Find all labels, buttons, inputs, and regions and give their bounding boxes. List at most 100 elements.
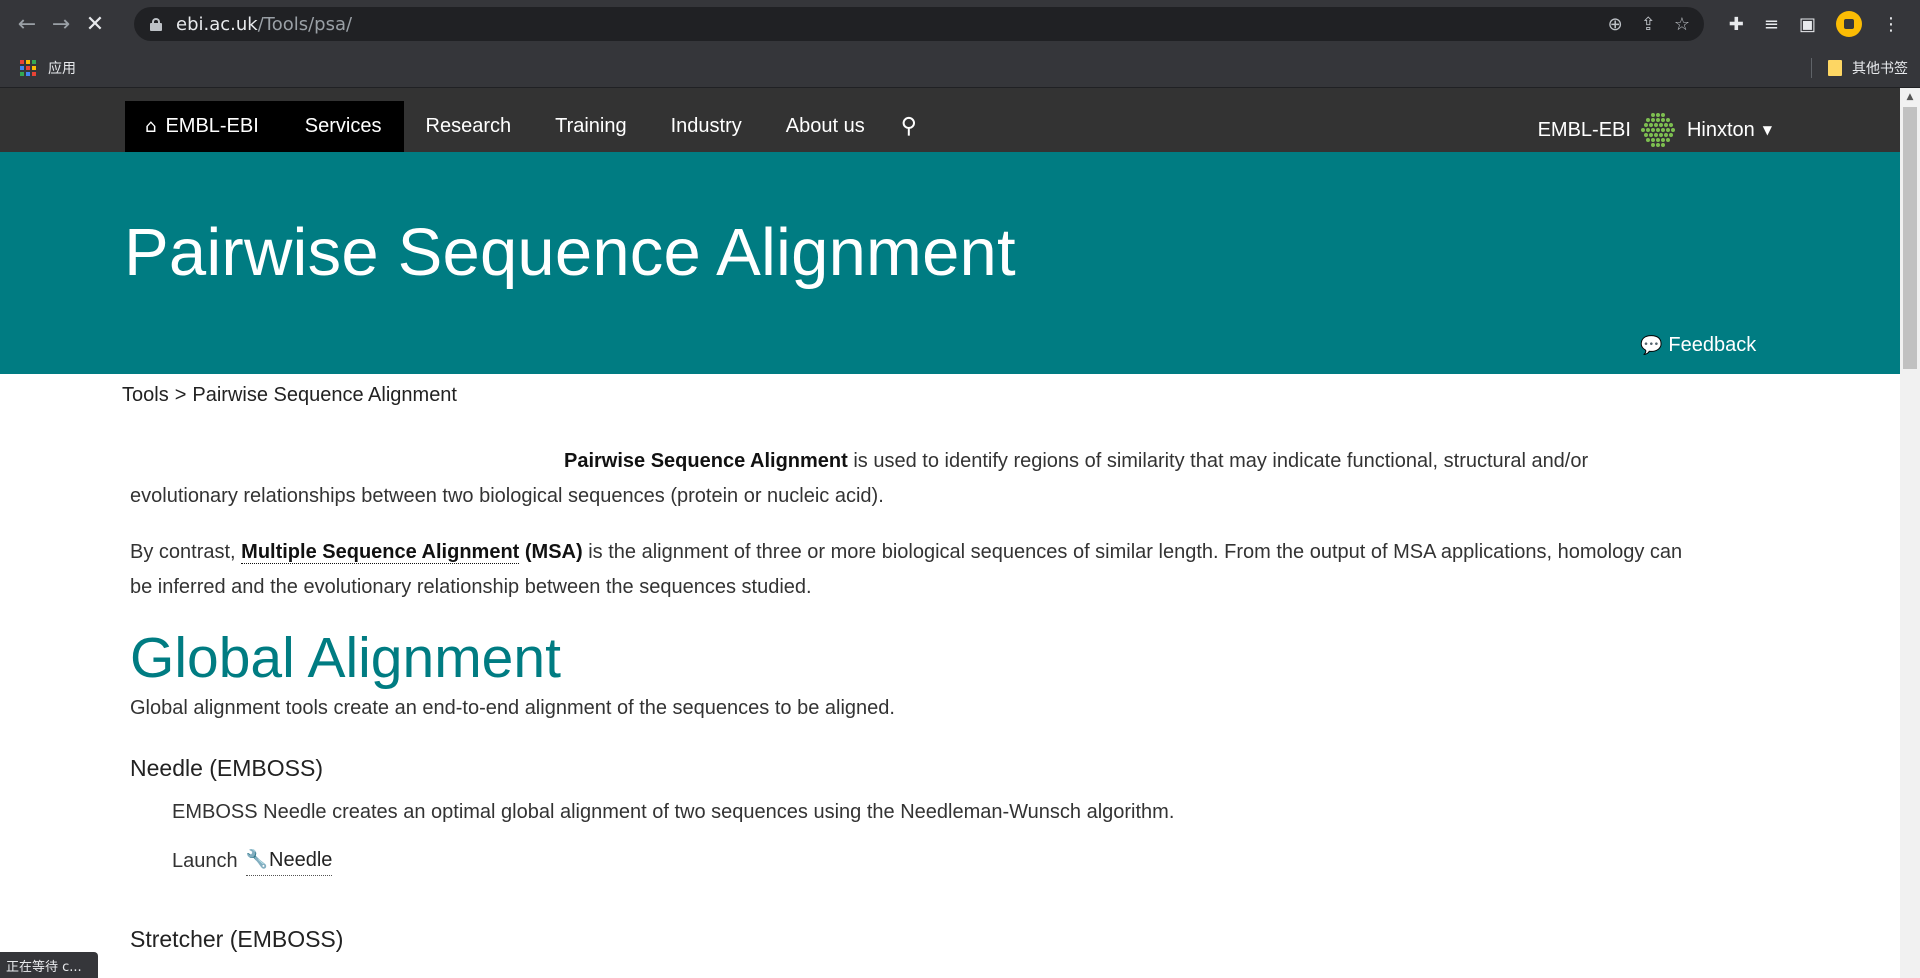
embl-logo-dot xyxy=(1656,118,1661,122)
global-alignment-heading: Global Alignment xyxy=(130,626,561,690)
embl-logo-dot xyxy=(1646,128,1651,132)
embl-logo-dot xyxy=(1653,133,1658,137)
apps-grid-dot xyxy=(20,65,24,70)
embl-logo-dot xyxy=(1648,123,1653,127)
embl-logo-dot xyxy=(1656,128,1661,132)
search-icon[interactable]: ⚲ xyxy=(887,101,931,152)
embl-logo-dot xyxy=(1643,123,1648,127)
embl-logo-dot xyxy=(1653,123,1658,127)
url-domain: ebi.ac.uk xyxy=(176,13,258,35)
main-content: Pairwise Sequence Alignment is used to i… xyxy=(130,444,1700,954)
zoom-icon[interactable]: ⊕ xyxy=(1608,14,1623,35)
embl-logo-dot xyxy=(1663,133,1668,137)
embl-logo-dot xyxy=(1651,113,1656,117)
scroll-up-arrow-icon[interactable]: ▲ xyxy=(1900,88,1920,105)
embl-logo-dot xyxy=(1663,123,1668,127)
intro-paragraph: Pairwise Sequence Alignment is used to i… xyxy=(130,444,1700,514)
embl-logo-dot xyxy=(1668,133,1673,137)
needle-link-label: Needle xyxy=(269,849,333,871)
apps-grid-dot xyxy=(32,65,36,70)
embl-logo-dot xyxy=(1651,118,1656,122)
embl-logo-dot xyxy=(1646,138,1651,142)
intro-bold-term: Pairwise Sequence Alignment xyxy=(564,450,848,472)
site-navigation: ⌂ EMBL-EBI Services Research Training In… xyxy=(0,88,1920,152)
page-scrollbar[interactable]: ▲ xyxy=(1900,88,1920,978)
stretcher-heading: Stretcher (EMBOSS) xyxy=(130,926,344,952)
embl-logo-dot xyxy=(1646,118,1651,122)
extensions-icon[interactable]: ✚ xyxy=(1729,14,1744,35)
embl-logo-dot xyxy=(1666,128,1671,132)
feedback-link[interactable]: 💬 Feedback xyxy=(1640,334,1756,357)
breadcrumb: Tools > Pairwise Sequence Alignment xyxy=(122,384,463,407)
breadcrumb-tools[interactable]: Tools xyxy=(122,384,169,406)
msa-paragraph: By contrast, Multiple Sequence Alignment… xyxy=(130,535,1700,605)
side-panel-icon[interactable]: ▣ xyxy=(1799,14,1816,35)
needle-launch-link[interactable]: 🔧 Needle xyxy=(245,845,333,876)
embl-logo-dot xyxy=(1656,113,1661,117)
profile-avatar[interactable] xyxy=(1836,11,1862,37)
embl-logo-dot xyxy=(1641,128,1646,132)
needle-launch-row: Launch 🔧 Needle xyxy=(172,845,1700,876)
embl-logo-dot xyxy=(1661,138,1666,142)
lock-icon[interactable] xyxy=(150,17,162,31)
stop-loading-icon[interactable]: ✕ xyxy=(78,7,112,41)
intro-text: is used to identify regions of similarit… xyxy=(130,450,1589,507)
url-text[interactable]: ebi.ac.uk/Tools/psa/ xyxy=(176,14,352,35)
apps-bookmark[interactable]: 应用 xyxy=(48,58,76,78)
embl-logo-dot xyxy=(1648,133,1653,137)
page-title: Pairwise Sequence Alignment xyxy=(124,215,1016,290)
page-hero: Pairwise Sequence Alignment 💬 Feedback xyxy=(0,152,1900,374)
embl-logo-dot xyxy=(1656,143,1661,147)
nav-home-link[interactable]: ⌂ EMBL-EBI xyxy=(125,101,283,152)
breadcrumb-separator: > xyxy=(174,384,187,406)
share-icon[interactable]: ⇪ xyxy=(1641,14,1656,35)
embl-logo-dot xyxy=(1658,133,1663,137)
wrench-icon: 🔧 xyxy=(245,849,269,870)
nav-item-training[interactable]: Training xyxy=(533,101,649,152)
embl-ebi-label: EMBL-EBI xyxy=(1537,118,1631,141)
embl-logo-dot xyxy=(1661,143,1666,147)
embl-logo-dot xyxy=(1651,128,1656,132)
nav-item-industry[interactable]: Industry xyxy=(649,101,764,152)
folder-icon xyxy=(1828,60,1842,76)
other-bookmarks[interactable]: 其他书签 xyxy=(1811,48,1908,88)
caret-down-icon: ▼ xyxy=(1762,123,1772,137)
embl-logo-dot xyxy=(1651,143,1656,147)
embl-location-selector[interactable]: EMBL-EBI Hinxton ▼ xyxy=(1538,110,1772,150)
bookmark-star-icon[interactable]: ☆ xyxy=(1674,14,1690,35)
media-control-icon[interactable]: ≡ xyxy=(1764,14,1779,35)
apps-grid-dot xyxy=(26,59,30,64)
embl-logo-icon xyxy=(1639,110,1679,150)
embl-logo-dot xyxy=(1661,118,1666,122)
browser-toolbar: ← → ✕ ebi.ac.uk/Tools/psa/ ⊕ ⇪ ☆ ✚ ≡ ▣ ⋮ xyxy=(0,0,1920,48)
launch-label: Launch xyxy=(172,849,238,872)
browser-actions: ✚ ≡ ▣ ⋮ xyxy=(1729,0,1900,48)
msa-link[interactable]: Multiple Sequence Alignment xyxy=(241,541,520,564)
nav-item-about-us[interactable]: About us xyxy=(764,101,887,152)
global-alignment-description: Global alignment tools create an end-to-… xyxy=(130,697,895,719)
embl-logo-dot xyxy=(1661,128,1666,132)
nav-item-services[interactable]: Services xyxy=(282,101,404,152)
embl-logo-dot xyxy=(1643,133,1648,137)
location-label: Hinxton xyxy=(1686,118,1755,141)
embl-logo-dot xyxy=(1656,138,1661,142)
needle-description: EMBOSS Needle creates an optimal global … xyxy=(172,801,1175,823)
back-icon[interactable]: ← xyxy=(10,7,44,41)
feedback-label: Feedback xyxy=(1668,334,1757,356)
nav-item-research[interactable]: Research xyxy=(404,101,534,152)
embl-logo-dot xyxy=(1661,113,1666,117)
embl-logo-dot xyxy=(1671,128,1676,132)
omnibox-actions: ⊕ ⇪ ☆ xyxy=(1608,7,1690,41)
embl-logo-dot xyxy=(1666,118,1671,122)
apps-grid-dot xyxy=(20,59,24,64)
apps-grid-icon[interactable] xyxy=(20,59,36,76)
embl-logo-dot xyxy=(1666,138,1671,142)
breadcrumb-current: Pairwise Sequence Alignment xyxy=(192,384,457,406)
apps-grid-dot xyxy=(26,71,30,76)
address-bar[interactable]: ebi.ac.uk/Tools/psa/ ⊕ ⇪ ☆ xyxy=(134,7,1704,41)
browser-menu-icon[interactable]: ⋮ xyxy=(1882,14,1900,35)
msa-abbr: (MSA) xyxy=(519,541,583,563)
forward-icon[interactable]: → xyxy=(44,7,78,41)
scrollbar-thumb[interactable] xyxy=(1903,107,1917,369)
needle-heading: Needle (EMBOSS) xyxy=(130,755,324,781)
